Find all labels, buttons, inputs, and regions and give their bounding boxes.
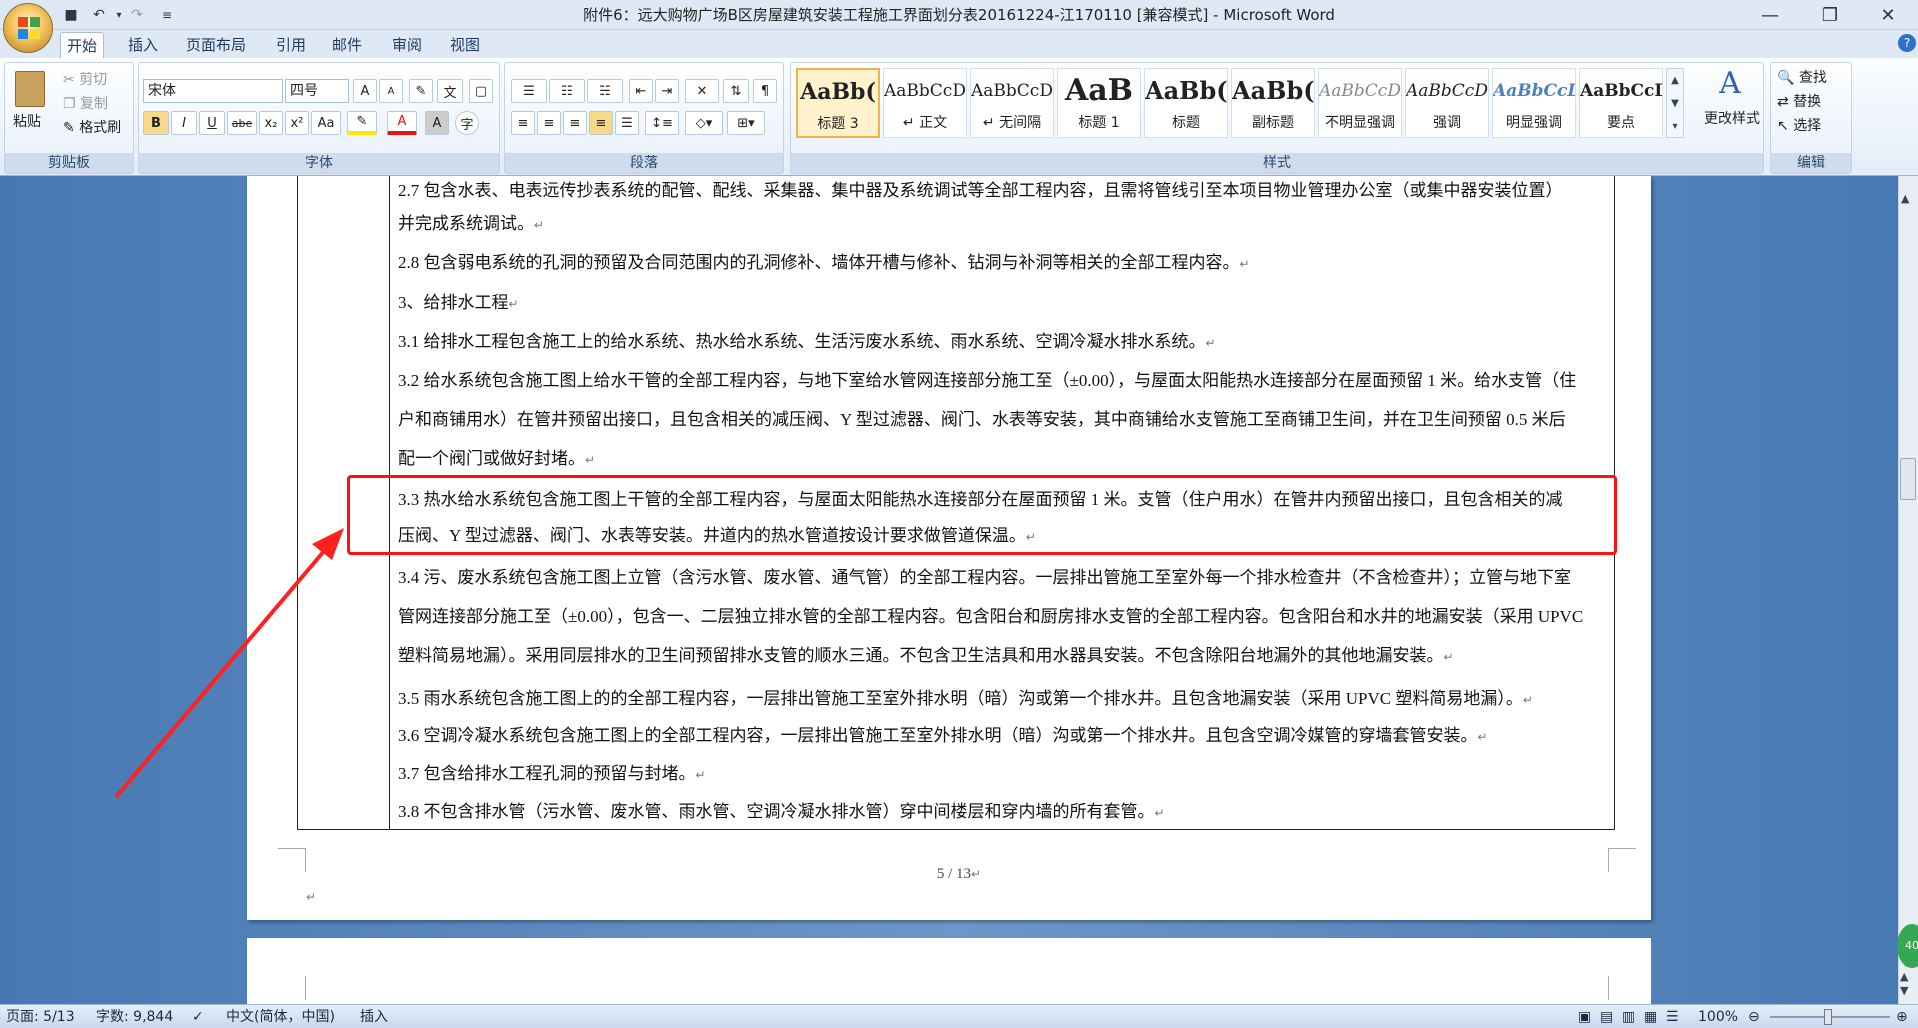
arrow-head: [312, 528, 344, 560]
draft-view-icon[interactable]: ☰: [1666, 1005, 1679, 1028]
print-layout-icon[interactable]: ▣: [1578, 1005, 1591, 1028]
word-count[interactable]: 字数: 9,844: [96, 1005, 173, 1028]
full-screen-reading-icon[interactable]: ▤: [1600, 1005, 1613, 1028]
office-logo-icon: [18, 17, 40, 39]
prev-page-icon[interactable]: ▲: [1900, 970, 1908, 983]
zoom-out-icon[interactable]: ⊖: [1748, 1005, 1760, 1028]
zoom-in-icon[interactable]: ⊕: [1896, 1005, 1908, 1028]
next-page-icon[interactable]: ▼: [1900, 984, 1908, 997]
outline-view-icon[interactable]: ▦: [1644, 1005, 1657, 1028]
zoom-slider-handle[interactable]: [1824, 1009, 1832, 1025]
web-layout-icon[interactable]: ▥: [1622, 1005, 1635, 1028]
arrow-shaft: [114, 542, 332, 799]
page-status[interactable]: 页面: 5/13: [6, 1005, 75, 1028]
scroll-up-icon[interactable]: ▲: [1901, 192, 1909, 205]
office-button[interactable]: [3, 3, 53, 53]
annotation-arrow: [114, 528, 344, 799]
status-bar: 页面: 5/13 字数: 9,844 ✓ 中文(简体，中国) 插入 ▣ ▤ ▥ …: [0, 1004, 1918, 1028]
zoom-level[interactable]: 100%: [1698, 1005, 1738, 1028]
scroll-thumb[interactable]: [1900, 458, 1916, 500]
language-status[interactable]: 中文(简体，中国): [226, 1005, 335, 1028]
spellcheck-icon[interactable]: ✓: [192, 1005, 204, 1028]
vertical-scrollbar[interactable]: [1898, 176, 1918, 1004]
insert-mode[interactable]: 插入: [360, 1005, 388, 1028]
